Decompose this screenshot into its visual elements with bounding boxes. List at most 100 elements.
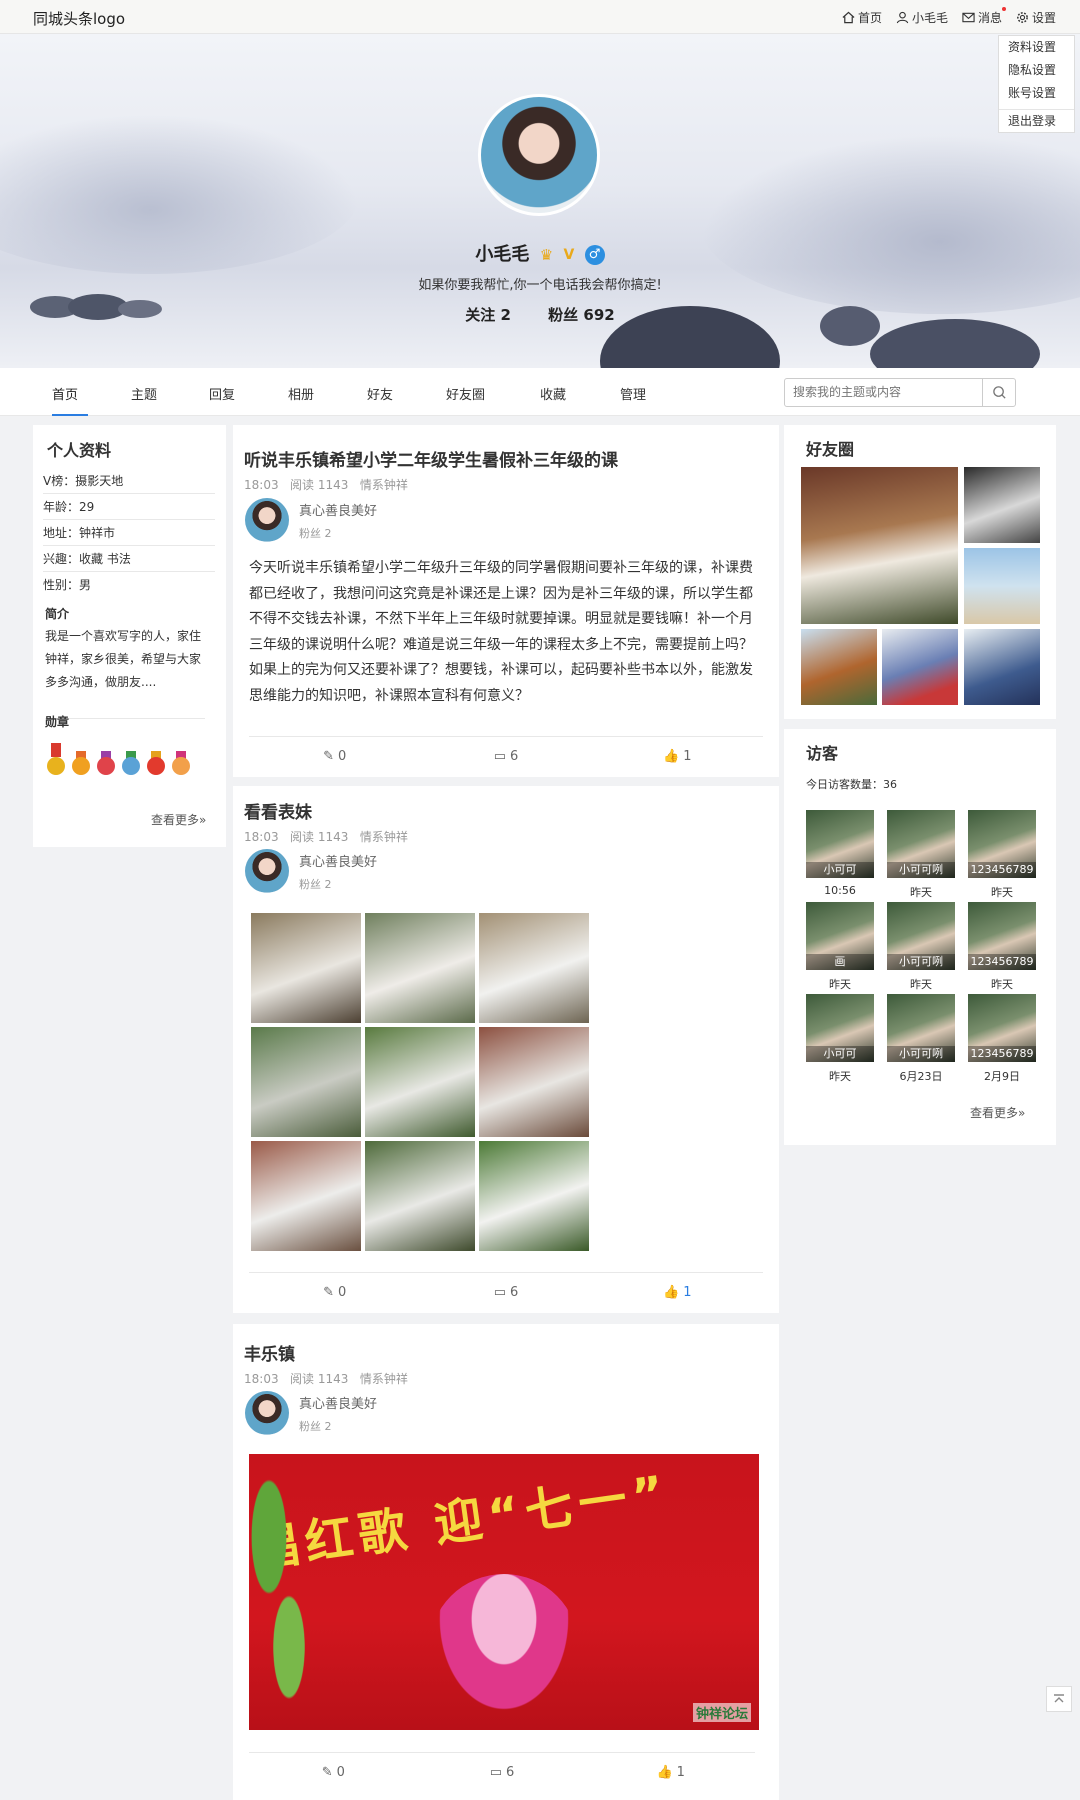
post-tag[interactable]: 情系钟祥	[360, 478, 408, 492]
author-avatar[interactable]	[245, 1391, 289, 1435]
post-title[interactable]: 看看表妹	[244, 798, 312, 823]
medal-icon[interactable]	[95, 743, 117, 785]
medal-icon[interactable]	[170, 743, 192, 785]
friend-photo[interactable]	[964, 548, 1040, 624]
top-nav-settings[interactable]: 设置	[1016, 9, 1056, 26]
site-logo[interactable]: 同城头条logo	[33, 8, 125, 29]
photo-thumbnail[interactable]	[251, 913, 361, 1023]
like-action[interactable]: 👍 1	[586, 1753, 755, 1792]
post-card: 听说丰乐镇希望小学二年级学生暑假补三年级的课 18:03 阅读 1143 情系钟…	[233, 425, 779, 777]
visitor-avatar[interactable]: 小可可咧	[887, 902, 955, 970]
visitor-avatar[interactable]: 画	[806, 902, 874, 970]
back-to-top-button[interactable]	[1046, 1686, 1072, 1712]
visitor-avatar[interactable]: 123456789	[968, 994, 1036, 1062]
author-name[interactable]: 真心善良美好	[299, 851, 377, 870]
visitor-avatar[interactable]: 小可可	[806, 994, 874, 1062]
visitor-avatar[interactable]: 小可可咧	[887, 810, 955, 878]
visitor-avatar[interactable]: 小可可咧	[887, 994, 955, 1062]
post-body: 今天听说丰乐镇希望小学二年级升三年级的同学暑假期间要补三年级的课，补课费都已经收…	[249, 560, 753, 704]
author-avatar[interactable]	[245, 849, 289, 893]
tab-friends[interactable]: 好友	[367, 384, 393, 403]
tab-manage[interactable]: 管理	[620, 384, 646, 403]
tab-topics[interactable]: 主题	[131, 384, 157, 403]
photo-thumbnail[interactable]	[365, 913, 475, 1023]
author-avatar[interactable]	[245, 498, 289, 542]
photo-thumbnail[interactable]	[251, 1027, 361, 1137]
comment-action[interactable]: ▭ 6	[420, 1273, 591, 1312]
visitors-more-link[interactable]: 查看更多»	[970, 1104, 1025, 1121]
crown-icon: ♛	[539, 246, 554, 264]
edit-action[interactable]: ✎ 0	[249, 1273, 420, 1312]
friends-circle-title[interactable]: 好友圈	[806, 436, 854, 460]
visitor-time: 昨天	[991, 886, 1013, 899]
friend-photo[interactable]	[964, 467, 1040, 543]
fans-count[interactable]: 粉丝 692	[548, 306, 615, 324]
top-nav-messages-label: 消息	[977, 11, 1002, 25]
edit-action[interactable]: ✎ 0	[249, 737, 420, 776]
male-icon: ♂	[584, 245, 605, 265]
photo-thumbnail[interactable]	[479, 1027, 589, 1137]
edit-action[interactable]: ✎ 0	[249, 1753, 418, 1792]
settings-dropdown: 资料设置 隐私设置 账号设置 退出登录	[998, 35, 1075, 133]
double-chevron-right-icon: »	[1018, 1106, 1026, 1120]
tab-replies[interactable]: 回复	[209, 384, 235, 403]
photo-thumbnail[interactable]	[479, 913, 589, 1023]
visitor-avatar[interactable]: 123456789	[968, 810, 1036, 878]
tab-home[interactable]: 首页	[52, 384, 78, 403]
foliage	[249, 1454, 329, 1730]
post-time: 18:03	[244, 1372, 279, 1386]
post-tag[interactable]: 情系钟祥	[360, 830, 408, 844]
author-name[interactable]: 真心善良美好	[299, 500, 377, 519]
photo-thumbnail[interactable]	[479, 1141, 589, 1251]
top-nav-messages[interactable]: 消息	[962, 7, 1006, 26]
follow-count[interactable]: 关注 2	[465, 306, 511, 324]
friend-photo[interactable]	[801, 629, 877, 705]
search-icon	[993, 386, 1006, 399]
post-title[interactable]: 丰乐镇	[244, 1340, 295, 1365]
visitors-card: 访客 今日访客数量：36 小可可 10:56 小可可咧 昨天 123456789…	[784, 729, 1056, 1145]
friend-photo[interactable]	[964, 629, 1040, 705]
tab-favorites[interactable]: 收藏	[540, 384, 566, 403]
comment-action[interactable]: ▭ 6	[418, 1753, 587, 1792]
menu-item-logout[interactable]: 退出登录	[999, 109, 1074, 132]
personal-info-more-link[interactable]: 查看更多»	[151, 811, 206, 828]
menu-item-account-settings[interactable]: 账号设置	[999, 82, 1074, 105]
profile-banner: 小毛毛 ♛ V ♂ 如果你要我帮忙,你一个电话我会帮你搞定! 关注 2 粉丝 6…	[0, 34, 1080, 368]
post-title[interactable]: 听说丰乐镇希望小学二年级学生暑假补三年级的课	[244, 446, 618, 471]
visitor-time: 10:56	[824, 884, 856, 897]
tab-album[interactable]: 相册	[288, 384, 314, 403]
info-rows: V榜：摄影天地 年龄：29 地址：钟祥市 兴趣：收藏 书法 性别：男	[43, 468, 215, 598]
menu-item-privacy-settings[interactable]: 隐私设置	[999, 59, 1074, 82]
medal-icon[interactable]	[120, 743, 142, 785]
author-fans: 粉丝 2	[299, 1419, 332, 1433]
tab-friends-circle[interactable]: 好友圈	[446, 384, 485, 403]
photo-thumbnail[interactable]	[251, 1141, 361, 1251]
friend-photo[interactable]	[882, 629, 958, 705]
author-name[interactable]: 真心善良美好	[299, 1393, 377, 1412]
post-photo[interactable]: 唱红歌 迎“七一” 钟祥论坛	[249, 1454, 759, 1730]
post-actions: ✎ 0 ▭ 6 👍 1	[249, 1272, 763, 1312]
comment-action[interactable]: ▭ 6	[420, 737, 591, 776]
top-nav-user[interactable]: 小毛毛	[896, 9, 948, 26]
unread-dot	[1001, 7, 1006, 11]
visitor-avatar[interactable]: 小可可	[806, 810, 874, 878]
photo-thumbnail[interactable]	[365, 1141, 475, 1251]
medals-title: 勋章	[45, 715, 70, 729]
medal-icon[interactable]	[145, 743, 167, 785]
visitor-name: 123456789	[968, 1046, 1036, 1062]
top-nav-home[interactable]: 首页	[842, 9, 882, 26]
visitor-avatar[interactable]: 123456789	[968, 902, 1036, 970]
post-tag[interactable]: 情系钟祥	[360, 1372, 408, 1386]
menu-item-profile-settings[interactable]: 资料设置	[999, 36, 1074, 59]
medal-icon[interactable]	[45, 743, 67, 785]
like-action[interactable]: 👍 1	[592, 1273, 763, 1312]
photo-thumbnail[interactable]	[365, 1027, 475, 1137]
visitor-time: 6月23日	[899, 1070, 943, 1083]
like-action[interactable]: 👍 1	[592, 737, 763, 776]
medal-icon[interactable]	[70, 743, 92, 785]
friend-photo[interactable]	[801, 467, 958, 624]
search-button[interactable]	[982, 379, 1015, 406]
visitor-time: 昨天	[829, 978, 851, 991]
search-input[interactable]	[793, 385, 973, 399]
profile-avatar[interactable]	[478, 94, 600, 216]
